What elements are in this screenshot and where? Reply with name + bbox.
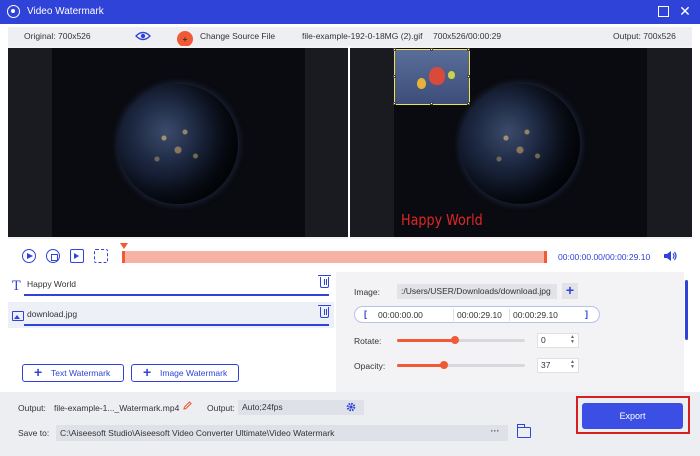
add-image-icon[interactable]: + [562, 283, 578, 299]
rotate-slider-knob[interactable] [450, 336, 459, 344]
export-button[interactable]: Export [582, 403, 683, 429]
original-preview [52, 48, 305, 237]
maximize-icon[interactable] [656, 4, 670, 18]
resize-handle[interactable] [393, 75, 396, 78]
preview-gap-right [350, 48, 394, 237]
trash-icon[interactable] [318, 275, 331, 288]
rotate-input[interactable]: 0 ▲ ▼ [537, 333, 579, 348]
window-title: Video Watermark [27, 6, 104, 17]
rotate-slider[interactable] [397, 336, 525, 344]
resize-handle[interactable] [467, 75, 470, 78]
format-label: Output: [207, 403, 235, 413]
opacity-input[interactable]: 37 ▲ ▼ [537, 358, 579, 373]
end-bracket-icon[interactable]: ] [585, 309, 588, 319]
add-text-watermark-label: Text Watermark [51, 368, 111, 378]
watermark-settings: Image: :/Users/USER/Downloads/download.j… [336, 272, 684, 392]
preview-gap-left [305, 48, 348, 237]
source-info-bar: Original: 700x526 + Change Source File f… [8, 27, 692, 47]
balloon-icon [417, 78, 426, 89]
start-time-field[interactable]: 00:00:00.00 [375, 309, 455, 321]
earth-image [118, 84, 238, 204]
resize-handle[interactable] [393, 48, 396, 51]
plus-icon: + [34, 364, 43, 380]
rotate-value: 0 [541, 335, 546, 345]
add-image-watermark-label: Image Watermark [160, 368, 228, 378]
preview-left-margin [8, 48, 52, 237]
plus-icon: + [143, 364, 152, 380]
watermark-underline [24, 294, 329, 296]
text-watermark-icon: T [12, 279, 21, 294]
opacity-label: Opacity: [354, 361, 386, 371]
rotate-label: Rotate: [354, 336, 382, 346]
eye-icon[interactable] [135, 31, 151, 41]
add-text-watermark-button[interactable]: + Text Watermark [22, 364, 124, 382]
stepper-arrows-icon[interactable]: ▲ ▼ [570, 335, 575, 345]
watermark-label: Happy World [27, 279, 76, 289]
image-watermark-overlay[interactable] [393, 48, 470, 105]
stepper-arrows-icon[interactable]: ▲ ▼ [570, 360, 575, 370]
timeline-bar[interactable] [122, 251, 547, 263]
add-image-watermark-button[interactable]: + Image Watermark [131, 364, 239, 382]
rotate-slider-fill [397, 339, 455, 342]
player-controls: 00:00:00.00/00:00:29.10 [8, 242, 692, 270]
loop-icon[interactable] [94, 249, 108, 263]
playhead-marker[interactable] [120, 243, 128, 249]
stop-icon[interactable] [46, 249, 60, 263]
close-icon[interactable]: ✕ [678, 4, 692, 18]
preview-area [8, 46, 692, 239]
opacity-slider-fill [397, 364, 445, 367]
image-watermark-icon [12, 311, 24, 321]
output-filename: file-example-1..._Watermark.mp4 [54, 403, 180, 413]
resize-handle[interactable] [430, 48, 433, 51]
output-label: Output: [18, 403, 46, 413]
add-source-icon[interactable]: + [177, 31, 193, 47]
change-source-button[interactable]: Change Source File [200, 31, 275, 41]
watermark-list: T Happy World download.jpg + Text Waterm… [8, 272, 336, 392]
resize-handle[interactable] [430, 102, 433, 105]
timecode: 00:00:00.00/00:00:29.10 [558, 252, 651, 262]
save-path-field[interactable]: C:\Aiseesoft Studio\Aiseesoft Video Conv… [56, 425, 482, 441]
start-bracket-icon[interactable]: [ [364, 309, 367, 319]
opacity-slider[interactable] [397, 361, 525, 369]
watermark-item[interactable]: download.jpg [8, 302, 334, 328]
play-icon[interactable] [22, 249, 36, 263]
image-label: Image: [354, 287, 380, 297]
watermark-item[interactable]: T Happy World [8, 272, 334, 298]
balloon-icon [429, 67, 445, 85]
duration-field[interactable]: 00:00:29.10 [453, 309, 508, 321]
volume-icon[interactable] [663, 249, 677, 263]
output-size-label: Output: 700x526 [613, 31, 676, 41]
trash-icon[interactable] [318, 305, 331, 318]
image-path-field[interactable]: :/Users/USER/Downloads/download.jpg [397, 284, 557, 299]
earth-image [460, 84, 580, 204]
opacity-value: 37 [541, 360, 551, 370]
source-meta: 700x526/00:00:29 [433, 31, 502, 41]
gear-icon[interactable] [346, 402, 356, 412]
resize-handle[interactable] [393, 102, 396, 105]
folder-icon[interactable] [516, 424, 531, 438]
browse-button[interactable]: ··· [482, 425, 508, 441]
text-watermark-overlay[interactable]: Happy World [401, 211, 483, 229]
original-size-label: Original: 700x526 [24, 31, 91, 41]
opacity-slider-knob[interactable] [440, 361, 449, 369]
balloon-icon [448, 71, 455, 79]
title-bar: Video Watermark ✕ [0, 0, 700, 24]
save-to-label: Save to: [18, 428, 50, 438]
watermark-underline [24, 324, 329, 326]
app-logo-icon [7, 5, 20, 18]
time-range: [ 00:00:00.00 00:00:29.10 00:00:29.10 ] [354, 306, 600, 323]
source-filename: file-example-192-0-18MG (2).gif [302, 31, 423, 41]
resize-handle[interactable] [467, 48, 470, 51]
next-frame-icon[interactable] [70, 249, 84, 263]
end-time-field[interactable]: 00:00:29.10 [509, 309, 564, 321]
edit-icon[interactable] [183, 401, 192, 410]
watermark-label: download.jpg [27, 309, 78, 319]
resize-handle[interactable] [467, 102, 470, 105]
settings-scrollbar[interactable] [685, 280, 688, 340]
preview-right-margin [647, 48, 692, 237]
